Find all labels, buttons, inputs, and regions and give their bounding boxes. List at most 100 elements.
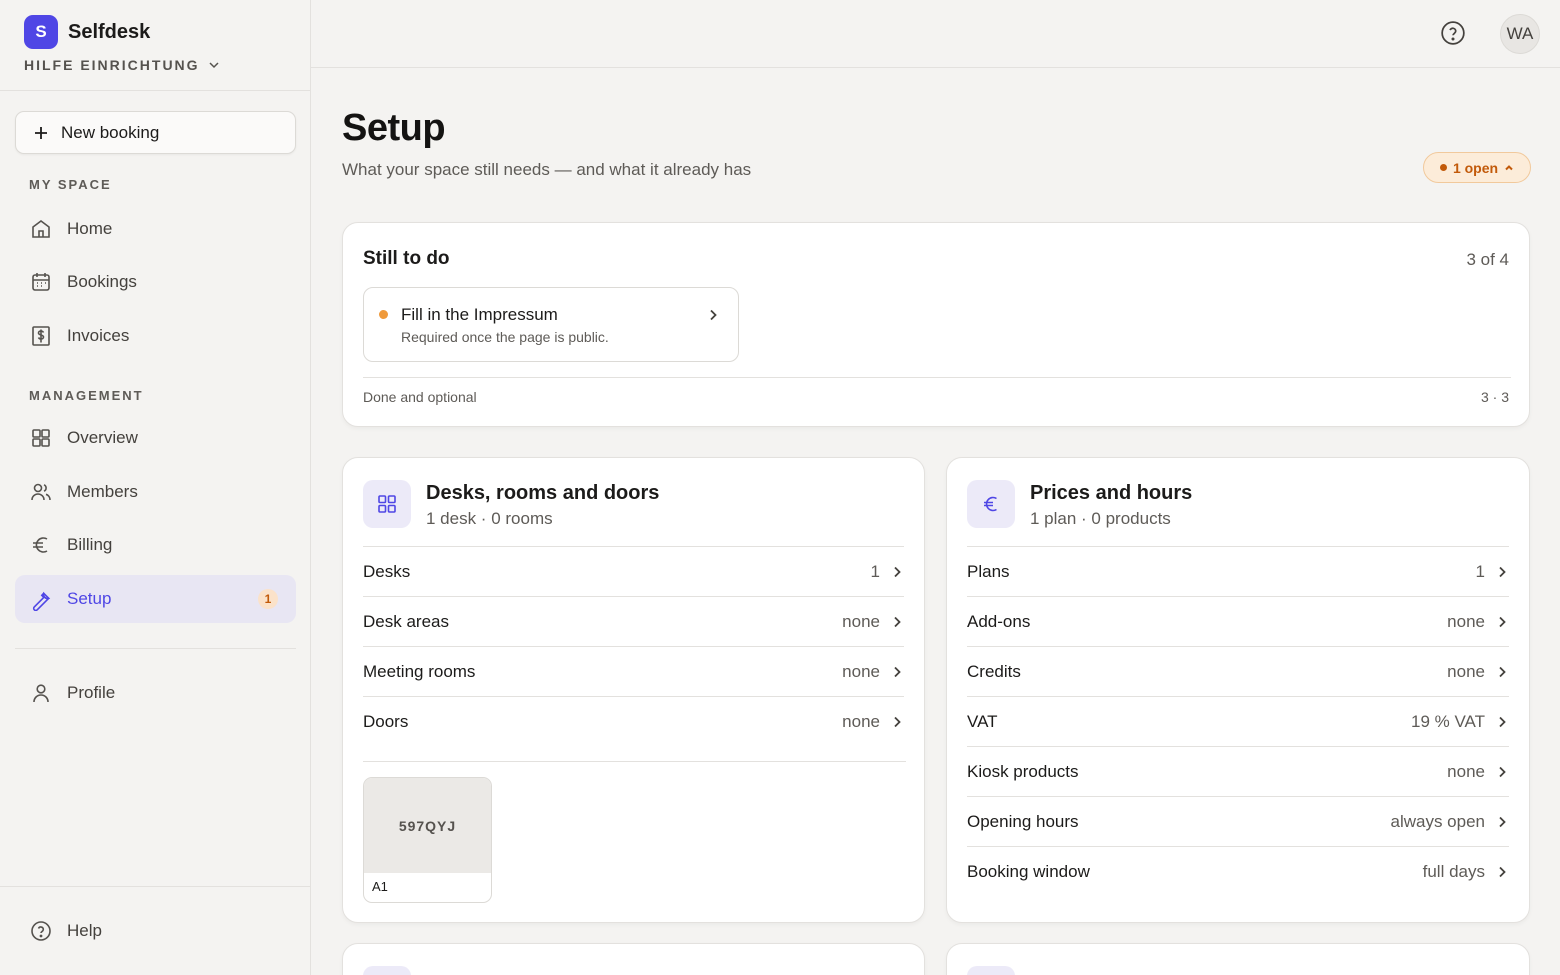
row-value: none: [842, 661, 880, 681]
sidebar-item-label: Bookings: [67, 272, 137, 291]
sidebar-item-label: Home: [67, 219, 113, 238]
row-value: 19 % VAT: [1410, 711, 1485, 731]
sidebar-item-members[interactable]: Members: [15, 468, 296, 516]
brand[interactable]: S Selfdesk: [24, 15, 150, 49]
open-items-pill[interactable]: 1 open: [1423, 152, 1531, 183]
new-booking-button[interactable]: New booking: [15, 111, 296, 154]
euro-icon: [33, 537, 48, 553]
section-label-management: MANAGEMENT: [29, 388, 144, 403]
topbar: WA: [311, 0, 1560, 68]
chevron-right-icon: [710, 309, 717, 321]
section-icon: [363, 480, 411, 528]
row-label: Opening hours: [967, 811, 1079, 831]
row-label: Kiosk products: [967, 761, 1079, 781]
desks-card: Desks, rooms and doors 1 desk · 0 rooms …: [342, 457, 925, 923]
sidebar-divider: [15, 648, 296, 649]
desk-tile[interactable]: 597QYJ A1: [363, 777, 492, 903]
todo-card: Still to do 3 of 4 Fill in the Impressum…: [342, 222, 1530, 427]
sidebar-item-setup[interactable]: Setup 1: [15, 575, 296, 623]
row-plans[interactable]: Plans 1: [967, 546, 1509, 596]
row-label: Plans: [967, 561, 1010, 581]
workspace-switcher[interactable]: HILFE EINRICHTUNG: [24, 57, 220, 73]
chevron-right-icon: [1499, 716, 1506, 727]
sidebar-item-home[interactable]: Home: [15, 205, 296, 253]
euro-icon: [984, 496, 997, 512]
row-label: Doors: [363, 711, 409, 731]
sidebar-item-label: Invoices: [67, 326, 130, 345]
row-desks[interactable]: Desks 1: [363, 546, 904, 596]
section-icon: [967, 966, 1015, 975]
row-value: none: [1447, 761, 1485, 781]
chevron-right-icon: [1499, 816, 1506, 827]
desk-tile-code: 597QYJ: [364, 778, 491, 873]
row-value: 1: [870, 561, 880, 581]
sidebar-item-label: Overview: [67, 428, 138, 447]
user-icon: [33, 684, 49, 703]
row-label: Meeting rooms: [363, 661, 476, 681]
row-vat[interactable]: VAT 19 % VAT: [967, 696, 1509, 746]
prices-card-subtitle: 1 plan · 0 products: [1030, 509, 1171, 528]
row-label: Add-ons: [967, 611, 1031, 631]
prices-rows: Plans 1 Add-ons none Credits none VAT 19 % V…: [967, 546, 1509, 896]
chevron-right-icon: [894, 716, 901, 727]
row-booking-window[interactable]: Booking window full days: [967, 846, 1509, 896]
chevron-right-icon: [1499, 666, 1506, 677]
sidebar-item-label: Help: [67, 921, 102, 940]
row-desk-areas[interactable]: Desk areas none: [363, 596, 904, 646]
home-icon: [32, 220, 50, 238]
sidebar-item-overview[interactable]: Overview: [15, 414, 296, 462]
sidebar-item-help[interactable]: Help: [15, 907, 296, 955]
section-icon: [363, 966, 411, 975]
row-value: none: [1447, 661, 1485, 681]
sidebar-item-billing[interactable]: Billing: [15, 521, 296, 569]
sidebar-item-bookings[interactable]: Bookings: [15, 258, 296, 306]
sidebar-item-profile[interactable]: Profile: [15, 669, 296, 717]
row-label: Booking window: [967, 861, 1090, 881]
desk-tile-name: A1: [372, 879, 388, 894]
row-value: none: [842, 711, 880, 731]
done-optional-toggle[interactable]: Done and optional: [363, 389, 477, 405]
next-card-left: [342, 943, 925, 975]
row-value: none: [842, 611, 880, 631]
chevron-down-icon: [209, 62, 219, 69]
users-icon: [31, 483, 51, 501]
calendar-icon: [32, 273, 50, 291]
chevron-right-icon: [1499, 566, 1506, 577]
help-button[interactable]: [1440, 20, 1466, 46]
grid-icon: [32, 429, 50, 447]
done-optional-count: 3 · 3: [1480, 389, 1509, 405]
row-meeting-rooms[interactable]: Meeting rooms none: [363, 646, 904, 696]
todo-item-title: Fill in the Impressum: [401, 305, 558, 324]
chevron-right-icon: [894, 566, 901, 577]
row-credits[interactable]: Credits none: [967, 646, 1509, 696]
avatar[interactable]: WA: [1500, 14, 1540, 54]
help-icon: [31, 921, 51, 941]
todo-count: 3 of 4: [1466, 250, 1509, 269]
brand-name: Selfdesk: [68, 20, 151, 43]
page-subtitle: What your space still needs — and what i…: [342, 160, 752, 179]
prices-card-title: Prices and hours: [1030, 482, 1193, 504]
row-kiosk-products[interactable]: Kiosk products none: [967, 746, 1509, 796]
sidebar: S Selfdesk HILFE EINRICHTUNG New booking…: [0, 0, 311, 975]
chevron-right-icon: [894, 616, 901, 627]
row-add-ons[interactable]: Add-ons none: [967, 596, 1509, 646]
chevron-right-icon: [1499, 866, 1506, 877]
brand-logo: S: [24, 15, 58, 49]
desks-card-title: Desks, rooms and doors: [426, 482, 660, 504]
sidebar-divider: [0, 886, 311, 887]
next-card-right: [946, 943, 1530, 975]
row-opening-hours[interactable]: Opening hours always open: [967, 796, 1509, 846]
todo-item-impressum[interactable]: Fill in the Impressum Required once the …: [363, 287, 739, 362]
row-doors[interactable]: Doors none: [363, 696, 904, 746]
setup-badge: 1: [258, 589, 278, 609]
chevron-right-icon: [1499, 766, 1506, 777]
sidebar-item-invoices[interactable]: Invoices: [15, 312, 296, 360]
sidebar-item-label: Billing: [67, 535, 113, 554]
row-value: none: [1447, 611, 1485, 631]
desks-card-subtitle: 1 desk · 0 rooms: [426, 509, 553, 528]
sidebar-item-label: Profile: [67, 683, 116, 702]
desks-rows: Desks 1 Desk areas none Meeting rooms none …: [363, 546, 904, 746]
workspace-name: HILFE EINRICHTUNG: [24, 57, 200, 73]
chevron-right-icon: [1499, 616, 1506, 627]
page-title: Setup: [342, 107, 446, 149]
